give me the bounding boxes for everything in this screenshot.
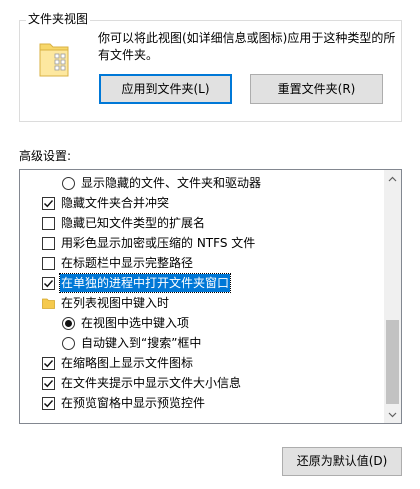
setting-label: 用彩色显示加密或压缩的 NTFS 文件 [61, 236, 256, 250]
checkbox-checked[interactable] [42, 376, 55, 390]
advanced-settings-list[interactable]: 显示隐藏的文件、文件夹和驱动器隐藏文件夹合并冲突隐藏已知文件类型的扩展名用彩色显… [19, 169, 402, 424]
setting-label: 自动键入到“搜索”框中 [81, 336, 202, 350]
setting-label: 在缩略图上显示文件图标 [61, 356, 194, 370]
setting-row[interactable]: 在缩略图上显示文件图标 [20, 353, 386, 373]
folder-view-title: 文件夹视图 [26, 12, 91, 27]
setting-label: 隐藏文件夹合并冲突 [61, 196, 170, 210]
setting-row[interactable]: 显示隐藏的文件、文件夹和驱动器 [20, 173, 386, 193]
setting-label: 在标题栏中显示完整路径 [61, 256, 194, 270]
setting-label: 在视图中选中键入项 [81, 316, 190, 330]
radio-unselected[interactable] [62, 176, 75, 190]
setting-row[interactable]: 自动键入到“搜索”框中 [20, 333, 386, 353]
setting-row[interactable]: 隐藏文件夹合并冲突 [20, 193, 386, 213]
checkbox-unchecked[interactable] [42, 236, 55, 250]
restore-defaults-button[interactable]: 还原为默认值(D) [282, 447, 402, 476]
checkbox-checked[interactable] [42, 276, 55, 290]
setting-label: 在单独的进程中打开文件夹窗口 [58, 273, 232, 293]
checkbox-checked[interactable] [42, 396, 55, 410]
advanced-settings-items: 显示隐藏的文件、文件夹和驱动器隐藏文件夹合并冲突隐藏已知文件类型的扩展名用彩色显… [20, 170, 386, 423]
setting-row[interactable]: 在标题栏中显示完整路径 [20, 253, 386, 273]
advanced-settings-label: 高级设置: [19, 149, 72, 163]
setting-row[interactable]: 在预览窗格中显示预览控件 [20, 393, 386, 413]
setting-row: 在列表视图中键入时 [20, 293, 386, 313]
folder-icon [42, 298, 55, 309]
setting-row[interactable]: 隐藏已知文件类型的扩展名 [20, 213, 386, 233]
checkbox-unchecked[interactable] [42, 216, 55, 230]
folder-view-description: 你可以将此视图(如详细信息或图标)应用于这种类型的所有文件夹。 [98, 31, 396, 62]
apply-to-folders-button[interactable]: 应用到文件夹(L) [99, 74, 232, 104]
setting-row[interactable]: 在视图中选中键入项 [20, 313, 386, 333]
checkbox-checked[interactable] [42, 356, 55, 370]
setting-row[interactable]: 在单独的进程中打开文件夹窗口 [20, 273, 386, 293]
setting-label: 在列表视图中键入时 [61, 296, 170, 310]
setting-row[interactable]: 用彩色显示加密或压缩的 NTFS 文件 [20, 233, 386, 253]
setting-label: 隐藏已知文件类型的扩展名 [61, 216, 206, 230]
reset-folders-button[interactable]: 重置文件夹(R) [250, 74, 383, 104]
setting-label: 在文件夹提示中显示文件大小信息 [61, 376, 242, 390]
setting-row[interactable]: 在文件夹提示中显示文件大小信息 [20, 373, 386, 393]
vertical-scrollbar[interactable] [384, 170, 401, 423]
chevron-up-icon[interactable] [384, 170, 401, 187]
checkbox-unchecked[interactable] [42, 256, 55, 270]
radio-unselected[interactable] [62, 336, 75, 350]
checkbox-checked[interactable] [42, 196, 55, 210]
setting-label: 显示隐藏的文件、文件夹和驱动器 [81, 176, 262, 190]
chevron-down-icon[interactable] [384, 406, 401, 423]
radio-selected[interactable] [62, 316, 75, 330]
setting-label: 在预览窗格中显示预览控件 [61, 396, 206, 410]
folder-view-icon [38, 38, 70, 78]
scrollbar-thumb[interactable] [386, 320, 399, 404]
